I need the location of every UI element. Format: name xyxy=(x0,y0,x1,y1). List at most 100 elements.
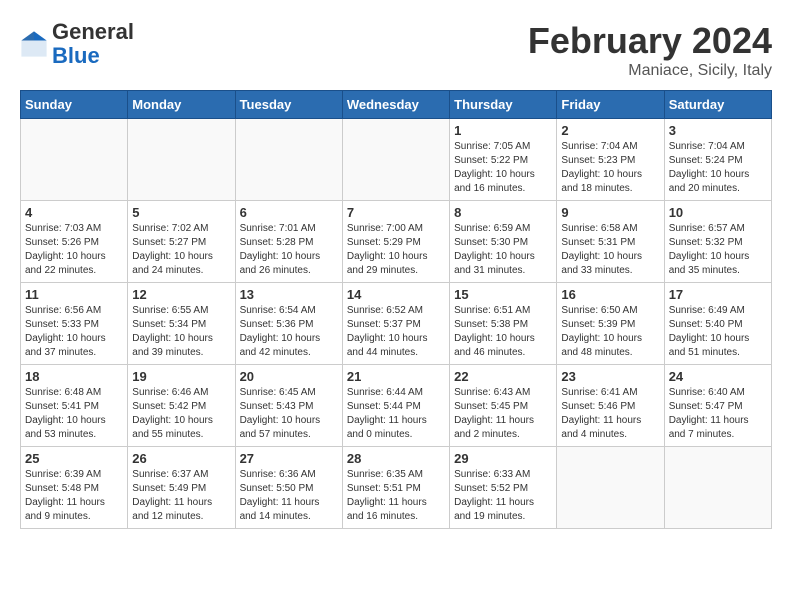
calendar-cell: 23 Sunrise: 6:41 AM Sunset: 5:46 PM Dayli… xyxy=(557,365,664,447)
day-number: 20 xyxy=(240,369,338,384)
day-number: 16 xyxy=(561,287,659,302)
calendar-cell: 24 Sunrise: 6:40 AM Sunset: 5:47 PM Dayli… xyxy=(664,365,771,447)
day-number: 9 xyxy=(561,205,659,220)
logo-icon xyxy=(20,30,48,58)
weekday-row: Sunday Monday Tuesday Wednesday Thursday… xyxy=(21,91,772,119)
calendar-cell: 28 Sunrise: 6:35 AM Sunset: 5:51 PM Dayli… xyxy=(342,447,449,529)
day-info: Sunrise: 6:48 AM Sunset: 5:41 PM Dayligh… xyxy=(25,386,123,442)
calendar-week-4: 18 Sunrise: 6:48 AM Sunset: 5:41 PM Dayli… xyxy=(21,365,772,447)
day-number: 19 xyxy=(132,369,230,384)
calendar-cell: 9Sunrise: 6:58 AM Sunset: 5:31 PM Daylig… xyxy=(557,201,664,283)
calendar-cell: 17 Sunrise: 6:49 AM Sunset: 5:40 PM Dayli… xyxy=(664,283,771,365)
day-number: 3 xyxy=(669,123,767,138)
calendar-cell: 29 Sunrise: 6:33 AM Sunset: 5:52 PM Dayli… xyxy=(450,447,557,529)
day-number: 12 xyxy=(132,287,230,302)
logo-blue: Blue xyxy=(52,43,100,68)
calendar-week-5: 25 Sunrise: 6:39 AM Sunset: 5:48 PM Dayli… xyxy=(21,447,772,529)
calendar-cell: 16 Sunrise: 6:50 AM Sunset: 5:39 PM Dayli… xyxy=(557,283,664,365)
day-info: Sunrise: 6:51 AM Sunset: 5:38 PM Dayligh… xyxy=(454,304,552,360)
day-number: 18 xyxy=(25,369,123,384)
calendar-cell xyxy=(21,119,128,201)
day-info: Sunrise: 6:52 AM Sunset: 5:37 PM Dayligh… xyxy=(347,304,445,360)
page-header: General Blue February 2024 Maniace, Sici… xyxy=(20,20,772,80)
day-number: 14 xyxy=(347,287,445,302)
day-info: Sunrise: 7:00 AM Sunset: 5:29 PM Dayligh… xyxy=(347,222,445,278)
day-info: Sunrise: 7:02 AM Sunset: 5:27 PM Dayligh… xyxy=(132,222,230,278)
day-number: 25 xyxy=(25,451,123,466)
saturday-header: Saturday xyxy=(664,91,771,119)
calendar-cell: 10 Sunrise: 6:57 AM Sunset: 5:32 PM Dayli… xyxy=(664,201,771,283)
day-info: Sunrise: 6:50 AM Sunset: 5:39 PM Dayligh… xyxy=(561,304,659,360)
day-info: Sunrise: 6:57 AM Sunset: 5:32 PM Dayligh… xyxy=(669,222,767,278)
calendar-cell: 20 Sunrise: 6:45 AM Sunset: 5:43 PM Dayli… xyxy=(235,365,342,447)
day-number: 29 xyxy=(454,451,552,466)
calendar-cell xyxy=(342,119,449,201)
day-info: Sunrise: 7:03 AM Sunset: 5:26 PM Dayligh… xyxy=(25,222,123,278)
day-number: 15 xyxy=(454,287,552,302)
day-number: 2 xyxy=(561,123,659,138)
day-number: 24 xyxy=(669,369,767,384)
calendar-cell: 6Sunrise: 7:01 AM Sunset: 5:28 PM Daylig… xyxy=(235,201,342,283)
day-info: Sunrise: 6:49 AM Sunset: 5:40 PM Dayligh… xyxy=(669,304,767,360)
logo-general: General xyxy=(52,19,134,44)
day-info: Sunrise: 6:39 AM Sunset: 5:48 PM Dayligh… xyxy=(25,468,123,524)
day-number: 4 xyxy=(25,205,123,220)
calendar-cell: 27 Sunrise: 6:36 AM Sunset: 5:50 PM Dayli… xyxy=(235,447,342,529)
calendar-cell: 19 Sunrise: 6:46 AM Sunset: 5:42 PM Dayli… xyxy=(128,365,235,447)
day-number: 27 xyxy=(240,451,338,466)
calendar-cell: 7 Sunrise: 7:00 AM Sunset: 5:29 PM Daylig… xyxy=(342,201,449,283)
calendar-week-3: 11Sunrise: 6:56 AM Sunset: 5:33 PM Dayli… xyxy=(21,283,772,365)
day-info: Sunrise: 6:40 AM Sunset: 5:47 PM Dayligh… xyxy=(669,386,767,442)
calendar-cell xyxy=(557,447,664,529)
day-info: Sunrise: 6:33 AM Sunset: 5:52 PM Dayligh… xyxy=(454,468,552,524)
calendar-cell: 14 Sunrise: 6:52 AM Sunset: 5:37 PM Dayli… xyxy=(342,283,449,365)
day-info: Sunrise: 6:44 AM Sunset: 5:44 PM Dayligh… xyxy=(347,386,445,442)
calendar-cell: 25 Sunrise: 6:39 AM Sunset: 5:48 PM Dayli… xyxy=(21,447,128,529)
day-number: 17 xyxy=(669,287,767,302)
day-number: 11 xyxy=(25,287,123,302)
calendar-cell: 21 Sunrise: 6:44 AM Sunset: 5:44 PM Dayli… xyxy=(342,365,449,447)
thursday-header: Thursday xyxy=(450,91,557,119)
day-info: Sunrise: 6:55 AM Sunset: 5:34 PM Dayligh… xyxy=(132,304,230,360)
calendar-cell xyxy=(664,447,771,529)
day-number: 6 xyxy=(240,205,338,220)
day-number: 28 xyxy=(347,451,445,466)
calendar-cell: 2Sunrise: 7:04 AM Sunset: 5:23 PM Daylig… xyxy=(557,119,664,201)
day-number: 8 xyxy=(454,205,552,220)
logo-text: General Blue xyxy=(52,20,134,68)
calendar-cell: 26Sunrise: 6:37 AM Sunset: 5:49 PM Dayli… xyxy=(128,447,235,529)
day-info: Sunrise: 6:45 AM Sunset: 5:43 PM Dayligh… xyxy=(240,386,338,442)
calendar-body: 1Sunrise: 7:05 AM Sunset: 5:22 PM Daylig… xyxy=(21,119,772,529)
calendar-cell: 18 Sunrise: 6:48 AM Sunset: 5:41 PM Dayli… xyxy=(21,365,128,447)
calendar-week-2: 4 Sunrise: 7:03 AM Sunset: 5:26 PM Daylig… xyxy=(21,201,772,283)
day-number: 7 xyxy=(347,205,445,220)
logo: General Blue xyxy=(20,20,134,68)
calendar-header: Sunday Monday Tuesday Wednesday Thursday… xyxy=(21,91,772,119)
day-info: Sunrise: 6:41 AM Sunset: 5:46 PM Dayligh… xyxy=(561,386,659,442)
day-number: 5 xyxy=(132,205,230,220)
calendar-cell: 22 Sunrise: 6:43 AM Sunset: 5:45 PM Dayli… xyxy=(450,365,557,447)
calendar-cell: 4 Sunrise: 7:03 AM Sunset: 5:26 PM Daylig… xyxy=(21,201,128,283)
calendar-cell: 8 Sunrise: 6:59 AM Sunset: 5:30 PM Daylig… xyxy=(450,201,557,283)
day-number: 21 xyxy=(347,369,445,384)
calendar-cell xyxy=(235,119,342,201)
day-info: Sunrise: 6:59 AM Sunset: 5:30 PM Dayligh… xyxy=(454,222,552,278)
day-number: 10 xyxy=(669,205,767,220)
day-info: Sunrise: 6:43 AM Sunset: 5:45 PM Dayligh… xyxy=(454,386,552,442)
day-info: Sunrise: 7:04 AM Sunset: 5:24 PM Dayligh… xyxy=(669,140,767,196)
calendar-cell: 5 Sunrise: 7:02 AM Sunset: 5:27 PM Daylig… xyxy=(128,201,235,283)
calendar-cell: 13Sunrise: 6:54 AM Sunset: 5:36 PM Dayli… xyxy=(235,283,342,365)
day-number: 22 xyxy=(454,369,552,384)
day-number: 23 xyxy=(561,369,659,384)
sunday-header: Sunday xyxy=(21,91,128,119)
day-info: Sunrise: 6:46 AM Sunset: 5:42 PM Dayligh… xyxy=(132,386,230,442)
calendar-cell: 11Sunrise: 6:56 AM Sunset: 5:33 PM Dayli… xyxy=(21,283,128,365)
monday-header: Monday xyxy=(128,91,235,119)
day-number: 1 xyxy=(454,123,552,138)
day-info: Sunrise: 6:35 AM Sunset: 5:51 PM Dayligh… xyxy=(347,468,445,524)
location: Maniace, Sicily, Italy xyxy=(528,62,772,80)
friday-header: Friday xyxy=(557,91,664,119)
calendar-cell xyxy=(128,119,235,201)
wednesday-header: Wednesday xyxy=(342,91,449,119)
day-info: Sunrise: 6:36 AM Sunset: 5:50 PM Dayligh… xyxy=(240,468,338,524)
